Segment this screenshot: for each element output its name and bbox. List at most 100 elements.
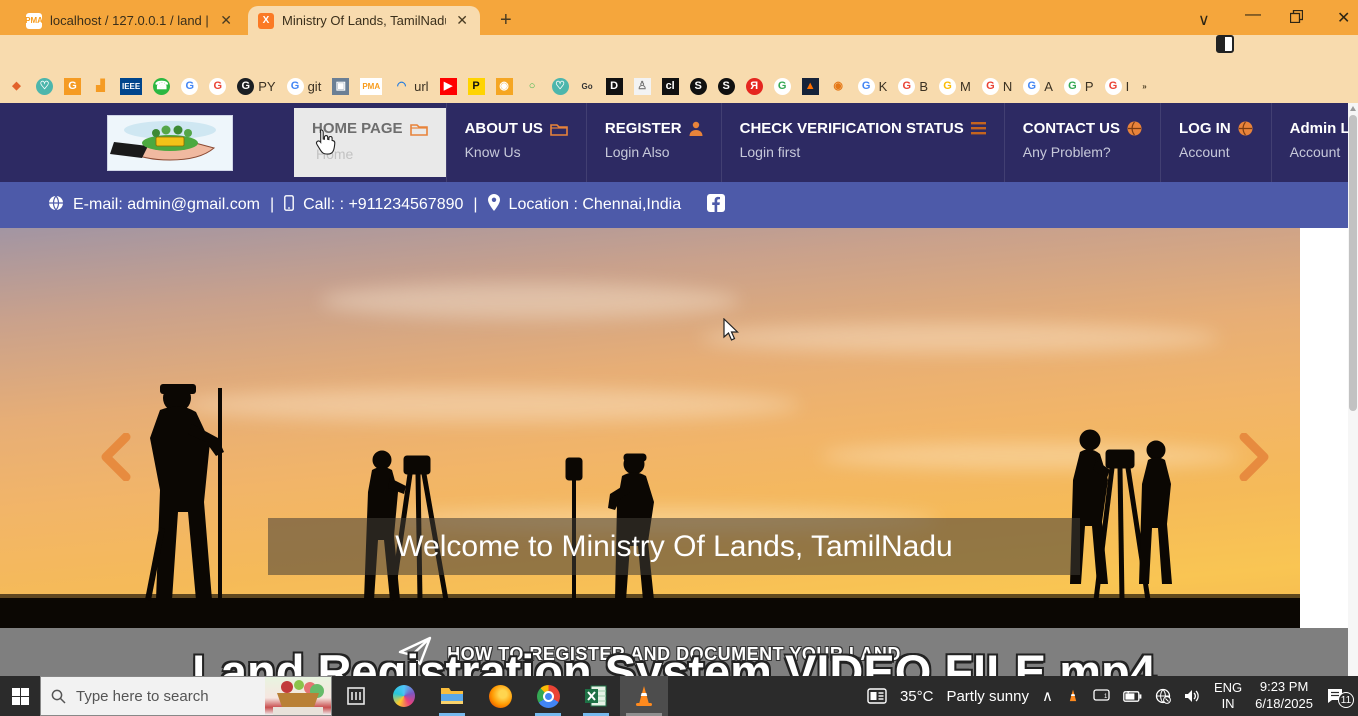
bookmark-yandex[interactable]: Я — [746, 78, 763, 95]
fruit-basket-image[interactable] — [265, 677, 331, 715]
contrast-extension-icon[interactable] — [1216, 35, 1234, 53]
close-window-button[interactable]: ✕ — [1337, 8, 1350, 28]
cast-icon[interactable]: 1 — [1093, 689, 1110, 703]
start-button[interactable] — [0, 676, 40, 716]
browser-tab-strip: PMA localhost / 127.0.0.1 / land | phpM … — [0, 0, 1358, 35]
nav-item-about-us[interactable]: ABOUT US Know Us — [446, 103, 586, 182]
bookmark-google-b[interactable]: GB — [898, 78, 928, 95]
bookmark-godaddy[interactable]: ♡ — [552, 78, 569, 95]
bookmark-globe-s[interactable]: S — [690, 78, 707, 95]
bookmark-google-n[interactable]: GN — [982, 78, 1012, 95]
system-tray: 35°C Partly sunny ∧ 1 ENGIN 9:23 PM6/18/… — [867, 676, 1358, 716]
bookmark-speedtest[interactable]: ◠url — [393, 78, 428, 95]
person-sketch-icon: ♙ — [634, 78, 651, 95]
tab-search-chevron-icon[interactable]: ∨ — [1198, 10, 1210, 30]
excel-icon[interactable] — [572, 676, 620, 716]
bookmark-ieee[interactable]: IEEE — [120, 78, 142, 95]
tab-close-icon[interactable]: ✕ — [454, 12, 470, 29]
windows-taskbar: Type here to search 35°C Partly sunny ∧ — [0, 676, 1358, 716]
bookmark-google-k[interactable]: GK — [858, 78, 888, 95]
nav-item-admin-log-in[interactable]: Admin LOG IN Account — [1271, 103, 1348, 182]
bookmark-google[interactable]: G — [181, 78, 198, 95]
bookmark-globe-s[interactable]: S — [718, 78, 735, 95]
scrollbar-up-arrow[interactable] — [1350, 106, 1356, 111]
godaddy-icon: ♡ — [552, 78, 569, 95]
restore-button[interactable] — [1290, 10, 1303, 28]
bookmark-google-git[interactable]: Ggit — [287, 78, 322, 95]
bookmark-phpmyadmin[interactable]: PMA — [360, 78, 382, 95]
bookmark-google-m[interactable]: GM — [939, 78, 971, 95]
bookmark-google-p[interactable]: GP — [1064, 78, 1094, 95]
firefox-icon[interactable] — [476, 676, 524, 716]
news-icon[interactable] — [867, 688, 887, 704]
weather-desc[interactable]: Partly sunny — [946, 688, 1029, 705]
tab-close-icon[interactable]: ✕ — [218, 12, 234, 29]
nav-item-contact-us[interactable]: CONTACT US Any Problem? — [1004, 103, 1160, 182]
google-m-icon: G — [939, 78, 956, 95]
bookmark-duck[interactable]: D — [606, 78, 623, 95]
bookmark-g-orange-cube[interactable]: G — [64, 78, 81, 95]
vlc-tray-icon[interactable] — [1066, 689, 1080, 703]
bookmark-github[interactable]: GPY — [237, 78, 275, 95]
tray-chevron-icon[interactable]: ∧ — [1042, 687, 1053, 705]
bookmark-whatsapp[interactable]: ☎ — [153, 78, 170, 95]
bookmark-bookmarks-overflow[interactable]: » — [1140, 78, 1148, 95]
battery-icon[interactable] — [1123, 691, 1142, 702]
taskbar-clock[interactable]: 9:23 PM6/18/2025 — [1255, 679, 1313, 713]
nav-item-log-in[interactable]: LOG IN Account — [1160, 103, 1271, 182]
contact-location[interactable]: Location : Chennai,India — [509, 196, 682, 214]
scrollbar-thumb[interactable] — [1349, 115, 1357, 411]
vlc-icon[interactable] — [620, 676, 668, 716]
carousel-next-arrow[interactable] — [1238, 433, 1272, 481]
bookmark-p-yellow[interactable]: P — [468, 78, 485, 95]
action-center-icon[interactable]: 11 — [1326, 688, 1350, 704]
folder-icon — [410, 122, 428, 136]
page-viewport: HOME PAGE ABOUT US Know Us REGISTER Logi… — [0, 103, 1348, 676]
page-scrollbar[interactable] — [1348, 103, 1358, 676]
nav-item-check-verification-status[interactable]: CHECK VERIFICATION STATUS Login first — [721, 103, 1004, 182]
weather-temp[interactable]: 35°C — [900, 688, 934, 705]
nav-item-register[interactable]: REGISTER Login Also — [586, 103, 721, 182]
bookmark-google-i[interactable]: GI — [1105, 78, 1130, 95]
bookmark-person-sketch[interactable]: ♙ — [634, 78, 651, 95]
speaker-icon[interactable] — [1184, 689, 1201, 703]
bookmark-go[interactable]: Go — [580, 78, 595, 95]
google-icon: G — [209, 78, 226, 95]
facebook-icon[interactable] — [707, 194, 725, 217]
bookmark-vault[interactable]: ▣ — [332, 78, 349, 95]
google-k-icon: G — [858, 78, 875, 95]
speedtest-icon: ◠ — [393, 78, 410, 95]
bookmark-analytics[interactable]: ▟ — [92, 78, 109, 95]
bookmark-green-ring[interactable]: ○ — [524, 78, 541, 95]
taskbar-search-box[interactable]: Type here to search — [40, 676, 332, 716]
copilot-icon[interactable] — [380, 676, 428, 716]
network-globe-icon[interactable] — [1155, 688, 1171, 704]
folder-icon — [550, 122, 568, 136]
g-orange-cube-icon: G — [64, 78, 81, 95]
tab-phpmyadmin[interactable]: PMA localhost / 127.0.0.1 / land | phpM … — [16, 6, 244, 35]
bookmark-matlab[interactable]: ▲ — [802, 78, 819, 95]
bookmark-kite[interactable]: ◆ — [8, 78, 25, 95]
contact-phone[interactable]: Call: : +911234567890 — [303, 196, 463, 214]
bookmark-camera[interactable]: ◉ — [496, 78, 513, 95]
bookmark-eye[interactable]: ◉ — [830, 78, 847, 95]
language-indicator[interactable]: ENGIN — [1214, 680, 1242, 713]
file-explorer-icon[interactable] — [428, 676, 476, 716]
contact-email[interactable]: E-mail: admin@gmail.com — [73, 196, 260, 214]
bookmark-google-a[interactable]: GA — [1023, 78, 1053, 95]
tab-ministry-of-lands[interactable]: X Ministry Of Lands, TamilNadu ✕ — [248, 6, 480, 35]
bookmark-google[interactable]: G — [774, 78, 791, 95]
bookmark-cl[interactable]: cl — [662, 78, 679, 95]
bookmark-godaddy[interactable]: ♡ — [36, 78, 53, 95]
site-logo[interactable] — [107, 115, 233, 171]
carousel-prev-arrow[interactable] — [98, 433, 132, 481]
yandex-icon: Я — [746, 78, 763, 95]
kite-icon: ◆ — [8, 78, 25, 95]
new-tab-button[interactable]: + — [500, 9, 512, 32]
task-view-button[interactable] — [332, 676, 380, 716]
hero-carousel: Welcome to Ministry Of Lands, TamilNadu — [0, 228, 1300, 628]
minimize-button[interactable]: — — [1245, 6, 1261, 24]
bookmark-google[interactable]: G — [209, 78, 226, 95]
chrome-icon[interactable] — [524, 676, 572, 716]
bookmark-youtube[interactable]: ▶ — [440, 78, 457, 95]
